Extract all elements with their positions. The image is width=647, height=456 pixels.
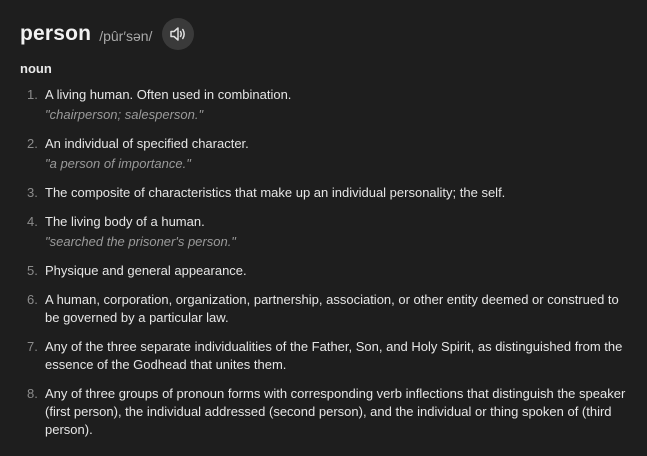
definition-item: 2. An individual of specified character.…	[20, 135, 630, 173]
definition-number: 5.	[27, 263, 38, 278]
definition-example: "searched the prisoner's person."	[45, 234, 236, 249]
definition-item: 6. A human, corporation, organization, p…	[20, 291, 630, 327]
definition-list: 1. A living human. Often used in combina…	[20, 86, 630, 450]
pronunciation: /pûr′sən/	[99, 27, 153, 44]
speaker-icon	[170, 27, 186, 41]
definition-number: 7.	[27, 339, 38, 354]
definition-number: 2.	[27, 136, 38, 151]
definition-example: "a person of importance."	[45, 156, 191, 171]
play-pronunciation-button[interactable]	[162, 18, 195, 50]
definition-text: A human, corporation, organization, part…	[45, 292, 619, 325]
definition-item: 8. Any of three groups of pronoun forms …	[20, 385, 630, 439]
definition-text: The composite of characteristics that ma…	[45, 185, 506, 200]
definition-text: Any of the three separate individualitie…	[45, 339, 623, 372]
definition-item: 3. The composite of characteristics that…	[20, 184, 630, 202]
definition-item: 1. A living human. Often used in combina…	[20, 86, 630, 124]
dictionary-card: person /pûr′sən/ noun 1. A living human.…	[0, 0, 647, 456]
definition-text: The living body of a human.	[45, 214, 205, 229]
definition-text: Any of three groups of pronoun forms wit…	[45, 386, 626, 437]
definition-number: 4.	[27, 214, 38, 229]
headword: person	[20, 22, 92, 45]
definition-text: An individual of specified character.	[45, 136, 249, 151]
headword-row: person /pûr′sən/	[20, 16, 195, 52]
part-of-speech: noun	[20, 61, 52, 76]
definition-text: A living human. Often used in combinatio…	[45, 87, 292, 102]
definition-item: 4. The living body of a human. "searched…	[20, 213, 630, 251]
definition-number: 1.	[27, 87, 38, 102]
definition-example: "chairperson; salesperson."	[45, 107, 204, 122]
definition-number: 6.	[27, 292, 38, 307]
definition-number: 3.	[27, 185, 38, 200]
definition-number: 8.	[27, 386, 38, 401]
definition-text: Physique and general appearance.	[45, 263, 247, 278]
definition-item: 7. Any of the three separate individuali…	[20, 338, 630, 374]
definition-item: 5. Physique and general appearance.	[20, 262, 630, 280]
